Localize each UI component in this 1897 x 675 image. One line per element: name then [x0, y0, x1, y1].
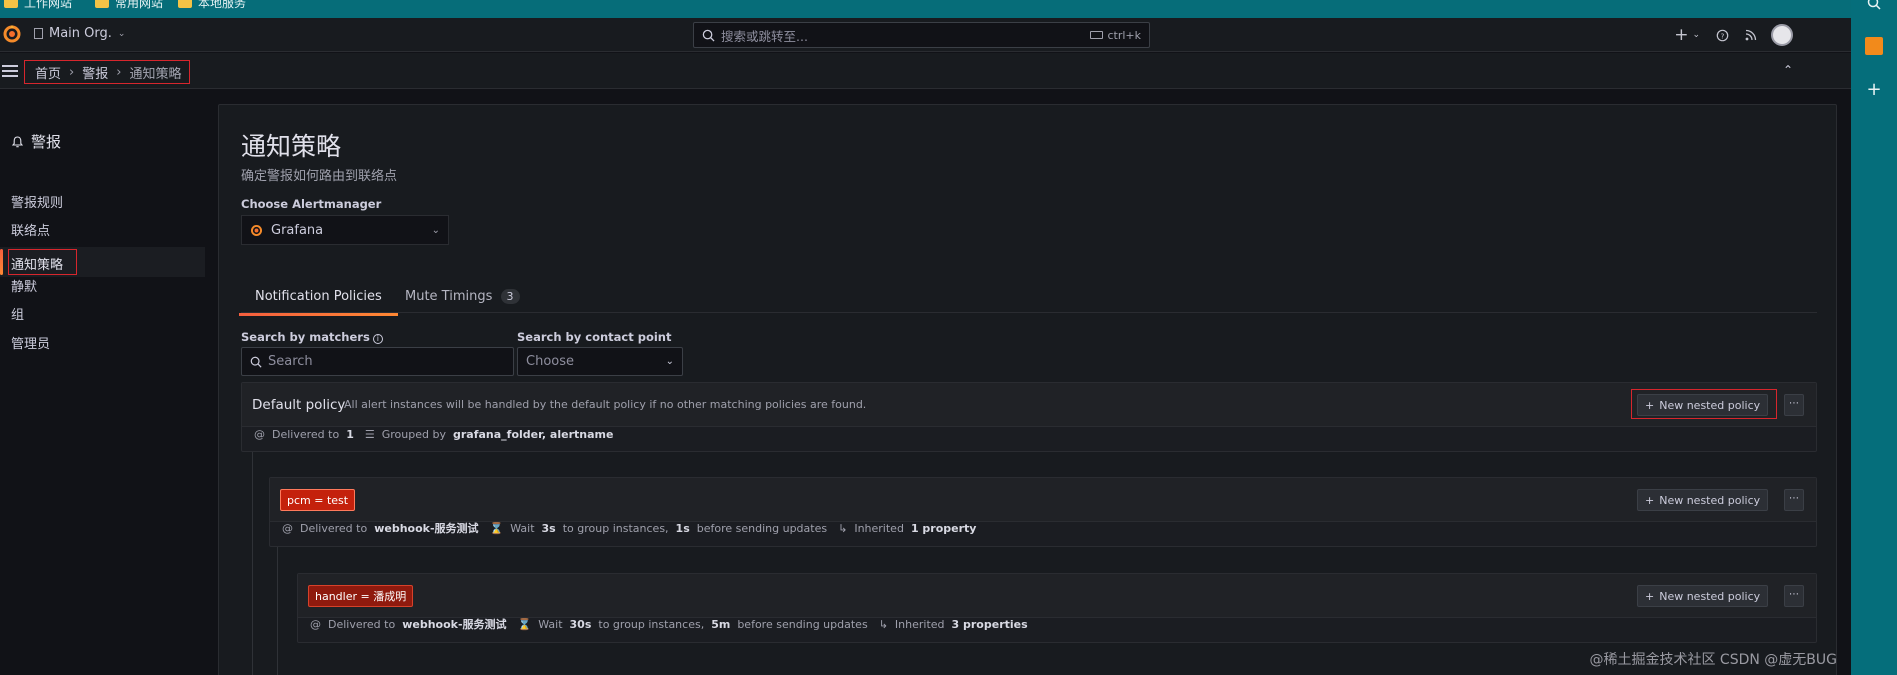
- tree-connector: [252, 452, 253, 675]
- grafana-logo-icon[interactable]: [2, 24, 22, 44]
- new-nested-policy-button[interactable]: + New nested policy: [1637, 394, 1769, 416]
- default-policy-title: Default policy: [252, 397, 346, 413]
- hourglass-icon: ⌛: [517, 617, 532, 631]
- keyboard-icon: [1090, 31, 1104, 39]
- browser-side-panel: +: [1851, 0, 1897, 675]
- search-icon: [702, 29, 715, 42]
- hourglass-icon: ⌛: [489, 521, 504, 535]
- breadcrumb: 首页 › 警报 › 通知策略: [24, 60, 191, 84]
- breadcrumb-current: 通知策略: [129, 66, 182, 82]
- plus-icon: +: [1645, 493, 1655, 507]
- org-switcher[interactable]: Main Org. ⌄: [34, 26, 125, 41]
- menu-toggle-icon[interactable]: [2, 65, 18, 77]
- contact-point-label: Search by contact point: [517, 330, 672, 344]
- nav-item-silences[interactable]: 静默: [11, 276, 37, 295]
- chevron-down-icon: ⌄: [431, 224, 440, 236]
- add-icon[interactable]: +: [1866, 81, 1882, 99]
- top-navbar: Main Org. ⌄ 搜索或跳转至... ctrl+k + ⌄ ?: [0, 18, 1851, 52]
- active-indicator: [0, 249, 3, 275]
- help-icon: ?: [1716, 29, 1729, 41]
- building-icon: [34, 28, 43, 39]
- more-options-button[interactable]: ⋯: [1784, 489, 1804, 511]
- nav-item-notification-policies[interactable]: 通知策略: [11, 254, 63, 273]
- bell-icon: [12, 135, 23, 147]
- nav-item-alert-rules[interactable]: 警报规则: [11, 192, 63, 211]
- breadcrumb-alerting[interactable]: 警报: [82, 63, 108, 82]
- user-avatar[interactable]: [1771, 24, 1793, 46]
- tab-mute-timings[interactable]: Mute Timings 3: [405, 289, 520, 304]
- chevron-down-icon: ⌄: [665, 356, 674, 367]
- main-panel: 通知策略 确定警报如何路由到联络点 Choose Alertmanager Gr…: [218, 104, 1837, 675]
- matchers-search-input[interactable]: Search: [241, 347, 514, 376]
- policy-meta: @ Delivered to 1 ☰ Grouped by grafana_fo…: [254, 428, 614, 441]
- at-icon: @: [254, 428, 265, 441]
- tab-bar: Notification Policies Mute Timings 3: [239, 281, 1817, 316]
- news-button[interactable]: [1737, 18, 1765, 52]
- extension-icon[interactable]: [1865, 37, 1883, 55]
- plus-icon: +: [1645, 398, 1655, 412]
- inherit-arrow-icon: ↳: [838, 521, 848, 535]
- alertmanager-label: Choose Alertmanager: [241, 197, 382, 211]
- card-header: [298, 574, 1816, 618]
- contact-point-select[interactable]: Choose ⌄: [517, 347, 683, 376]
- nested-policy-card: handler = 潘成明 + New nested policy ⋯ @ De…: [297, 573, 1817, 643]
- folder-icon: [95, 0, 109, 8]
- nav-item-groups[interactable]: 组: [11, 304, 24, 323]
- help-button[interactable]: ?: [1708, 18, 1737, 52]
- policy-meta: @ Delivered to webhook-服务测试 ⌛ Wait 3s to…: [282, 521, 977, 536]
- matcher-badge: pcm = test: [280, 489, 356, 511]
- plus-icon: +: [1645, 589, 1655, 603]
- at-icon: @: [282, 521, 293, 535]
- nav-item-admin[interactable]: 管理员: [11, 333, 50, 352]
- nested-policy-card: pcm = test + New nested policy ⋯ @ Deliv…: [269, 477, 1817, 547]
- count-badge: 3: [500, 289, 520, 304]
- svg-text:?: ?: [1721, 31, 1725, 40]
- page-subtitle: 确定警报如何路由到联络点: [241, 169, 398, 184]
- more-options-button[interactable]: ⋯: [1784, 585, 1804, 607]
- new-nested-policy-button[interactable]: + New nested policy: [1637, 585, 1769, 607]
- chevron-down-icon: ⌄: [1692, 30, 1700, 40]
- more-options-button[interactable]: ⋯: [1784, 394, 1804, 416]
- grafana-logo-icon: [250, 224, 263, 236]
- nav-item-contact-points[interactable]: 联络点: [11, 220, 50, 239]
- bookmarks-bar: 工作网站 常用网站 本地服务: [0, 0, 1851, 18]
- alertmanager-select[interactable]: Grafana ⌄: [241, 215, 449, 245]
- search-icon: [250, 356, 262, 368]
- layers-icon: ☰: [364, 428, 375, 441]
- page-title: 通知策略: [241, 132, 342, 161]
- at-icon: @: [310, 617, 321, 631]
- bookmark-folder[interactable]: 常用网站: [95, 0, 163, 11]
- bookmark-folder[interactable]: 工作网站: [4, 0, 72, 11]
- chevron-up-icon[interactable]: ⌃: [1783, 63, 1793, 77]
- topnav-actions: + ⌄ ?: [1666, 18, 1805, 52]
- chevron-down-icon: ⌄: [117, 28, 126, 39]
- default-policy-card: Default policy All alert instances will …: [241, 382, 1817, 452]
- section-title: 警报: [12, 131, 61, 152]
- card-header: [270, 478, 1816, 522]
- bookmark-folder[interactable]: 本地服务: [178, 0, 246, 11]
- new-nested-policy-button[interactable]: + New nested policy: [1637, 489, 1769, 511]
- section-nav: 警报 警报规则 联络点 通知策略 静默 组 管理员: [0, 89, 208, 675]
- rss-icon: [1745, 29, 1757, 41]
- watermark: @稀土掘金技术社区 CSDN @虚无BUG: [1589, 652, 1837, 668]
- breadcrumb-home[interactable]: 首页: [35, 63, 61, 82]
- tree-connector: [277, 530, 278, 675]
- folder-icon: [178, 0, 192, 8]
- matcher-badge: handler = 潘成明: [308, 585, 414, 607]
- matchers-label: Search by matchers i: [241, 330, 383, 344]
- search-icon[interactable]: [1866, 0, 1882, 12]
- new-menu-button[interactable]: + ⌄: [1666, 18, 1708, 52]
- global-search-input[interactable]: 搜索或跳转至... ctrl+k: [693, 22, 1150, 48]
- folder-icon: [4, 0, 18, 8]
- inherit-arrow-icon: ↳: [878, 617, 888, 631]
- info-icon[interactable]: i: [372, 334, 383, 344]
- default-policy-description: All alert instances will be handled by t…: [344, 398, 867, 411]
- keyboard-shortcut-hint: ctrl+k: [1090, 29, 1141, 42]
- tab-notification-policies[interactable]: Notification Policies: [239, 289, 398, 316]
- policy-meta: @ Delivered to webhook-服务测试 ⌛ Wait 30s t…: [310, 617, 1028, 632]
- breadcrumb-bar: 首页 › 警报 › 通知策略 ⌃: [0, 53, 1851, 89]
